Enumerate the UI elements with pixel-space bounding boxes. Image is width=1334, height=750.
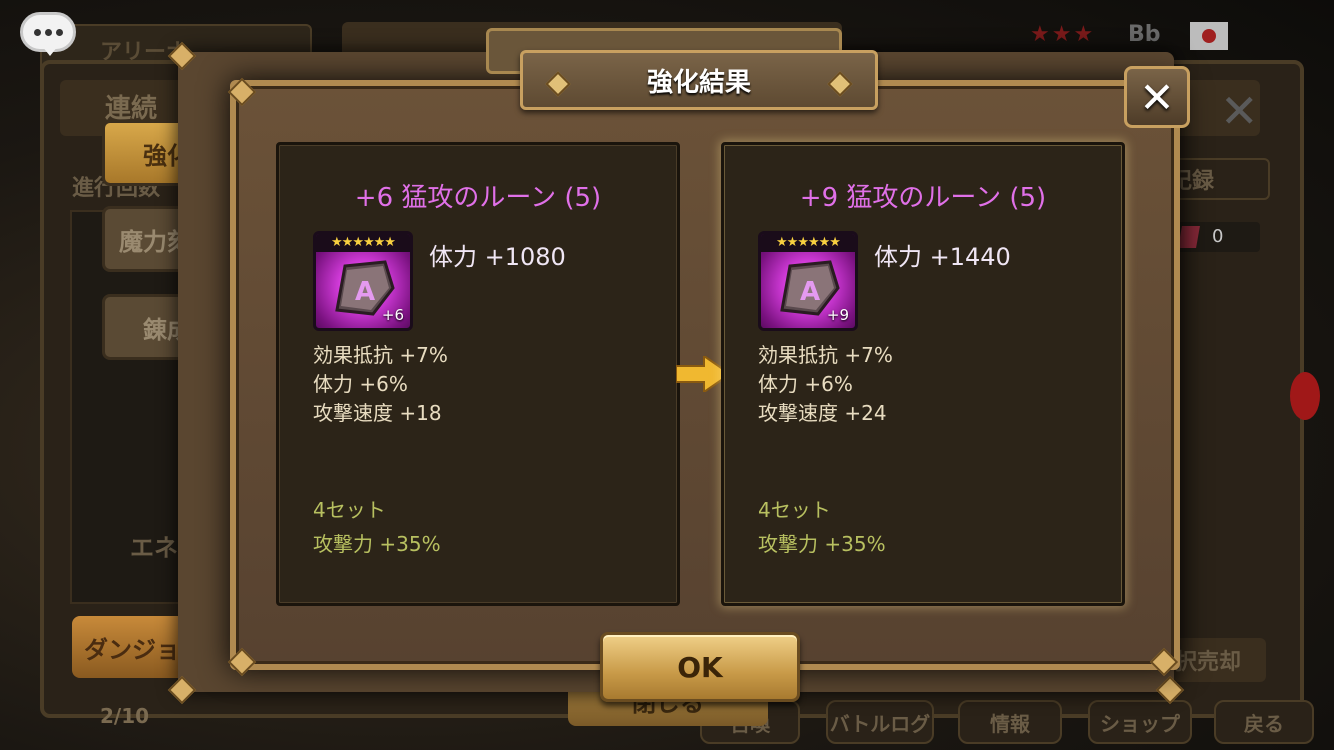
svg-text:A: A bbox=[800, 277, 820, 307]
bg-count: 2/10 bbox=[100, 704, 150, 728]
sub-stat-value: +6% bbox=[804, 372, 853, 396]
sub-stat-value: +18 bbox=[399, 401, 442, 425]
sub-stat-row: 攻撃速度 +18 bbox=[313, 399, 448, 428]
rune-stars: ★★★★★★ bbox=[761, 234, 855, 252]
rune-set-info: 4セット 攻撃力 +35% bbox=[758, 493, 886, 561]
bg-shop-button: ショップ bbox=[1088, 700, 1192, 744]
sub-stat-value: +7% bbox=[844, 343, 893, 367]
rune-main-stat: 体力 +1080 bbox=[429, 243, 566, 271]
sub-stat-value: +24 bbox=[844, 401, 887, 425]
rune-after-panel: +9 猛攻のルーン (5) ★★★★★★ A +9 体力 +1440 効果抵抗 … bbox=[721, 142, 1125, 606]
sub-stat-name: 攻撃速度 bbox=[758, 401, 838, 425]
sub-stat-name: 攻撃速度 bbox=[313, 401, 393, 425]
bg-close-icon: ✕ bbox=[1220, 84, 1259, 138]
diamond-ornament bbox=[827, 71, 853, 97]
rune-set-info: 4セット 攻撃力 +35% bbox=[313, 493, 441, 561]
sub-stat-name: 体力 bbox=[313, 372, 353, 396]
bg-player-name: Bb bbox=[1128, 22, 1161, 47]
rune-before-name: +6 猛攻のルーン (5) bbox=[354, 183, 602, 213]
set-bonus: 攻撃力 +35% bbox=[758, 532, 886, 556]
bg-energy-label: エネ bbox=[130, 534, 178, 562]
chat-bubble-tail bbox=[42, 46, 58, 56]
set-label: 4セット bbox=[313, 498, 386, 522]
sub-stat-row: 攻撃速度 +24 bbox=[758, 399, 893, 428]
japan-flag-icon bbox=[1190, 22, 1228, 50]
bg-battlelog-button: バトルログ bbox=[826, 700, 934, 744]
rune-after-name: +9 猛攻のルーン (5) bbox=[799, 183, 1047, 213]
sub-stat-value: +6% bbox=[359, 372, 408, 396]
rune-level-badge: +9 bbox=[826, 306, 849, 324]
set-label: 4セット bbox=[758, 498, 831, 522]
sub-stat-name: 効果抵抗 bbox=[758, 343, 838, 367]
rune-before-panel: +6 猛攻のルーン (5) ★★★★★★ A +6 体力 +1080 効果抵抗 … bbox=[276, 142, 680, 606]
bg-info-button: 情報 bbox=[958, 700, 1062, 744]
ok-button[interactable]: OK bbox=[600, 632, 800, 702]
bg-back-button: 戻る bbox=[1214, 700, 1314, 744]
bg-rank-stars: ★★★ bbox=[1030, 22, 1096, 47]
sub-stat-row: 効果抵抗 +7% bbox=[758, 341, 893, 370]
sub-stat-name: 体力 bbox=[758, 372, 798, 396]
sub-stat-row: 体力 +6% bbox=[758, 370, 893, 399]
rune-sub-stats: 効果抵抗 +7% 体力 +6% 攻撃速度 +18 bbox=[313, 341, 448, 428]
sub-stat-row: 体力 +6% bbox=[313, 370, 448, 399]
rune-level-badge: +6 bbox=[381, 306, 404, 324]
sub-stat-name: 効果抵抗 bbox=[313, 343, 393, 367]
ok-button-label: OK bbox=[677, 650, 723, 684]
rune-violent-icon: ★★★★★★ A +9 bbox=[758, 231, 858, 331]
bg-red-indicator bbox=[1290, 372, 1320, 420]
sub-stat-row: 効果抵抗 +7% bbox=[313, 341, 448, 370]
rune-main-stat: 体力 +1440 bbox=[874, 243, 1011, 271]
diamond-ornament bbox=[545, 71, 571, 97]
dialog-title-plate: 強化結果 bbox=[520, 50, 878, 110]
close-icon: ✕ bbox=[1139, 72, 1175, 122]
close-button[interactable]: ✕ bbox=[1124, 66, 1190, 128]
rune-stars: ★★★★★★ bbox=[316, 234, 410, 252]
rune-sub-stats: 効果抵抗 +7% 体力 +6% 攻撃速度 +24 bbox=[758, 341, 893, 428]
rune-violent-icon: ★★★★★★ A +6 bbox=[313, 231, 413, 331]
sub-stat-value: +7% bbox=[399, 343, 448, 367]
dialog-title: 強化結果 bbox=[646, 67, 751, 98]
svg-text:A: A bbox=[355, 277, 375, 307]
set-bonus: 攻撃力 +35% bbox=[313, 532, 441, 556]
bg-gem-count: 0 bbox=[1212, 226, 1224, 247]
